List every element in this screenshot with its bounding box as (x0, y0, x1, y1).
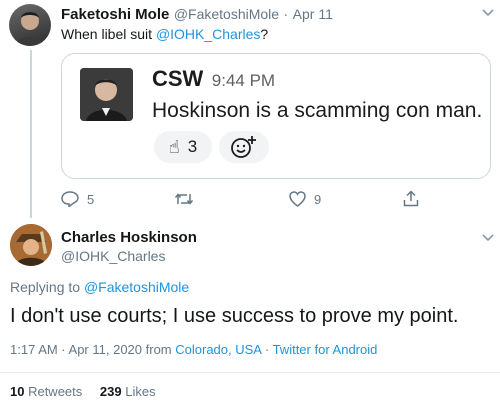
reply-count: 5 (87, 191, 95, 207)
tweet2-handle[interactable]: @IOHK_Charles (61, 248, 165, 264)
like-icon (289, 191, 306, 207)
add-reaction-icon (231, 136, 256, 158)
tweet2-chevron-down-icon[interactable] (482, 231, 494, 245)
tweet1-display-name[interactable]: Faketoshi Mole (61, 6, 169, 23)
share-action[interactable] (403, 190, 419, 207)
tweet2-location[interactable]: Colorado, USA (175, 342, 261, 357)
reply-action[interactable]: 5 (61, 191, 94, 207)
quote-avatar (80, 68, 133, 121)
like-count: 9 (314, 191, 322, 207)
share-icon (403, 190, 419, 207)
stats-divider (0, 372, 500, 373)
tweet1-text-prefix: When libel suit (61, 26, 156, 42)
person-photo-icon (80, 68, 133, 121)
tweet1-handle[interactable]: @FaketoshiMole (174, 6, 279, 22)
tweet2-stats: 10 Retweets 239 Likes (10, 384, 156, 399)
replying-to-line: Replying to @FaketoshiMole (10, 279, 189, 295)
person-with-hat-icon (10, 224, 52, 266)
tweet2-time-date: 1:17 AM · Apr 11, 2020 from (10, 342, 176, 357)
likes-stat[interactable]: 239 Likes (100, 384, 156, 399)
tweet1-date[interactable]: Apr 11 (293, 6, 333, 22)
tweet1-separator: · (283, 6, 289, 22)
retweet-icon (174, 193, 194, 205)
thread-line (30, 50, 32, 218)
add-reaction-button[interactable] (219, 131, 269, 163)
quote-author: CSW (152, 66, 204, 91)
tweet2-meta: 1:17 AM · Apr 11, 2020 from Colorado, US… (10, 342, 377, 357)
retweets-stat[interactable]: 10 Retweets (10, 384, 82, 399)
tweet2-meta-separator: · (261, 342, 273, 357)
tweet2-source[interactable]: Twitter for Android (273, 342, 378, 357)
retweets-label: Retweets (24, 384, 83, 399)
tweet1-mention[interactable]: @IOHK_Charles (156, 26, 260, 42)
pointing-up-emoji-icon: ☝ (168, 137, 180, 157)
quoted-image-card[interactable]: CSW 9:44 PM Hoskinson is a scamming con … (61, 53, 491, 179)
quote-text: Hoskinson is a scamming con man. (152, 99, 483, 122)
reaction-count: 3 (187, 137, 198, 156)
tweet2-display-name[interactable]: Charles Hoskinson (61, 229, 197, 246)
likes-count: 239 (99, 384, 122, 399)
quote-header: CSW 9:44 PM (152, 66, 275, 92)
reaction-pill[interactable]: ☝ 3 (154, 131, 212, 163)
quote-time: 9:44 PM (211, 71, 276, 90)
retweet-action[interactable] (174, 192, 194, 206)
tweet1-text-suffix: ? (260, 26, 269, 42)
faketoshi-avatar[interactable] (9, 4, 51, 46)
replying-prefix: Replying to (10, 279, 84, 295)
person-silhouette-icon (15, 12, 45, 46)
chevron-down-icon[interactable] (482, 6, 494, 20)
reply-icon (61, 191, 79, 207)
tweet2-text: I don't use courts; I use success to pro… (10, 305, 459, 327)
tweet1-text: When libel suit @IOHK_Charles? (61, 26, 268, 42)
tweet1-header: Faketoshi Mole @FaketoshiMole · Apr 11 (61, 6, 333, 24)
likes-label: Likes (121, 384, 156, 399)
like-action[interactable]: 9 (289, 191, 321, 207)
replying-to-mention[interactable]: @FaketoshiMole (84, 279, 189, 295)
charles-avatar[interactable] (10, 224, 52, 266)
retweets-count: 10 (10, 384, 25, 399)
